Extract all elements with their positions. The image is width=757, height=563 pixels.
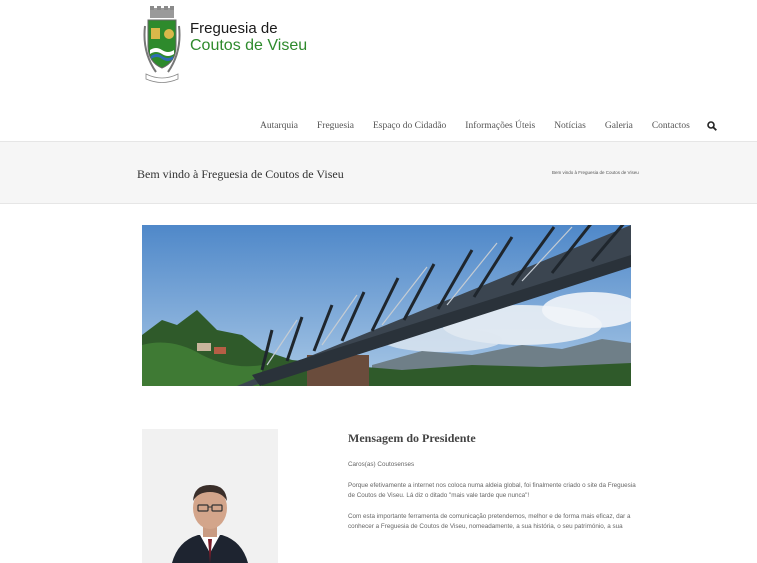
nav-item-noticias[interactable]: Notícias: [554, 121, 586, 131]
message-paragraph: Caros(as) Coutosenses: [348, 461, 415, 468]
nav-item-freguesia[interactable]: Freguesia: [317, 121, 354, 131]
coat-of-arms-icon: [143, 6, 181, 83]
president-portrait-image: [142, 429, 278, 563]
page-title: Bem vindo à Freguesia de Coutos de Viseu: [137, 167, 344, 181]
search-icon[interactable]: [707, 121, 717, 131]
president-photo: [142, 429, 278, 563]
message-paragraph: Com esta importante ferramenta de comuni…: [348, 512, 631, 531]
breadcrumb[interactable]: Bem vindo à Freguesia de Coutos de Viseu: [552, 170, 639, 175]
nav-item-espaco-do-cidadao[interactable]: Espaço do Cidadão: [373, 121, 446, 131]
message-paragraph: Porque efetivamente a internet nos coloc…: [348, 481, 636, 500]
nav-item-informacoes-uteis[interactable]: Informações Úteis: [465, 121, 535, 131]
brand-line1: Freguesia de: [190, 20, 278, 37]
nav-item-galeria[interactable]: Galeria: [605, 121, 633, 131]
site-logo[interactable]: Freguesia de Coutos de Viseu: [142, 6, 307, 86]
brand-name: Freguesia de Coutos de Viseu: [190, 20, 307, 56]
brand-line2: Coutos de Viseu: [190, 37, 308, 55]
nav-item-contactos[interactable]: Contactos: [652, 121, 690, 131]
bridge-photo: [142, 225, 631, 386]
main-nav: Autarquia Freguesia Espaço do Cidadão In…: [260, 121, 717, 131]
president-message-heading: Mensagem do Presidente: [348, 431, 476, 445]
hero-image: [142, 225, 631, 386]
nav-item-autarquia[interactable]: Autarquia: [260, 121, 298, 131]
page-title-bar: Bem vindo à Freguesia de Coutos de Viseu…: [0, 141, 757, 204]
president-message: Mensagem do Presidente Caros(as) Coutose…: [348, 431, 638, 543]
